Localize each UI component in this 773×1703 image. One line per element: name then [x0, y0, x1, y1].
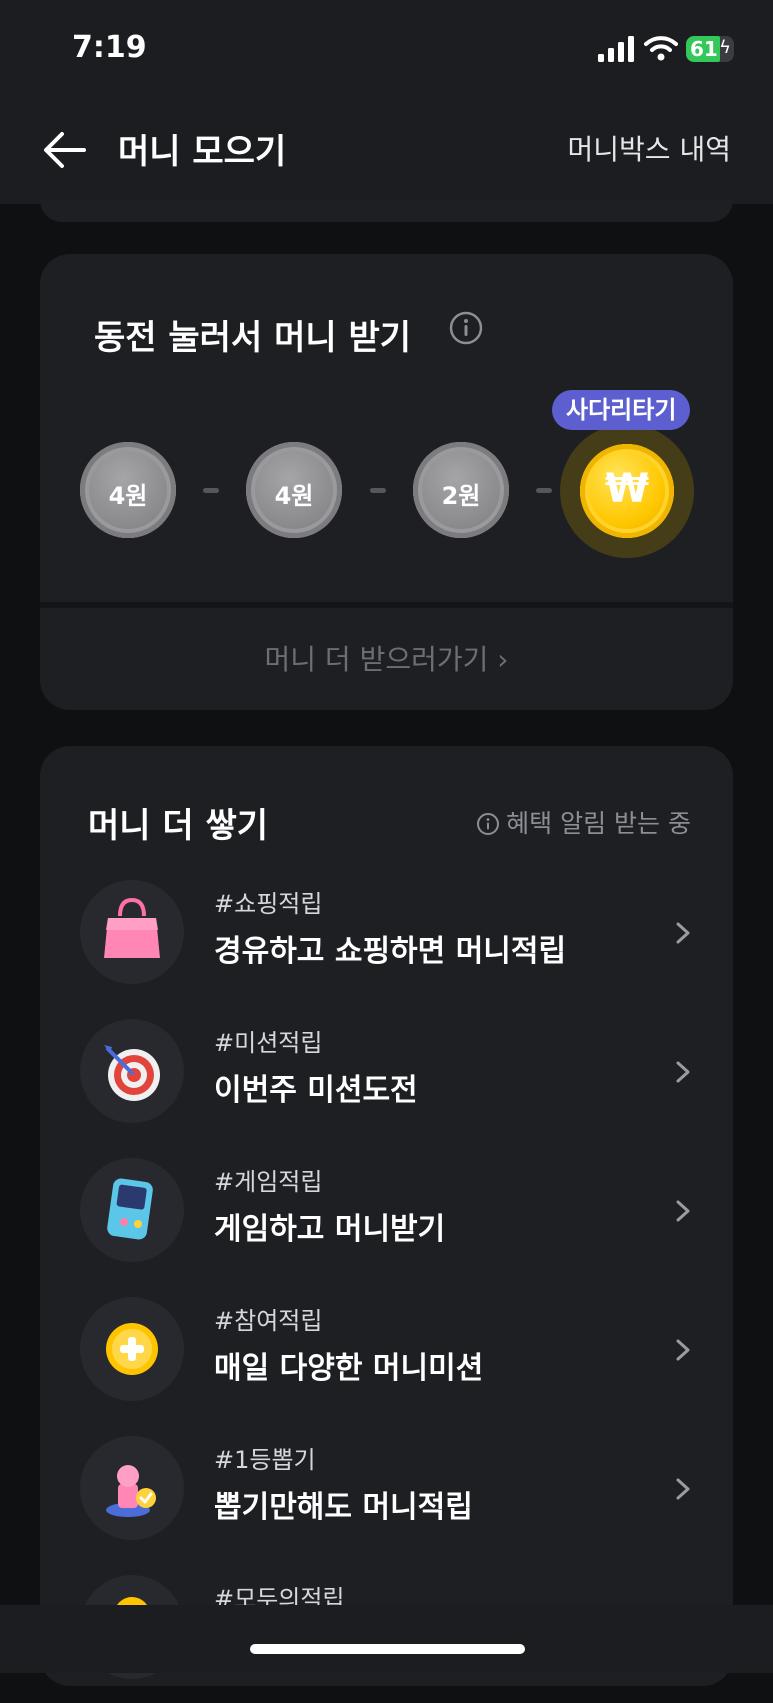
coin-separator: [536, 488, 552, 493]
navigation-bar: 머니 모으기 머니박스 내역: [0, 100, 773, 204]
gold-won-coin[interactable]: ₩: [580, 444, 674, 538]
status-bar: 7:19 61 ϟ: [0, 0, 773, 100]
item-tag: #1등뽑기: [214, 1446, 316, 1474]
silver-coin-1[interactable]: 4원: [80, 442, 176, 538]
coin-value: 4원: [108, 482, 148, 510]
divider: [40, 602, 733, 608]
silver-coin-2[interactable]: 4원: [246, 442, 342, 538]
previous-card-edge: [40, 200, 733, 222]
back-arrow-icon[interactable]: [40, 128, 88, 172]
item-label: 경유하고 쇼핑하면 머니적립: [214, 934, 567, 969]
list-item-draw[interactable]: #1등뽑기 뽑기만해도 머니적립: [40, 1436, 733, 1564]
game-console-icon: [107, 1178, 153, 1240]
earn-more-card: 머니 더 쌓기 혜택 알림 받는 중 #쇼핑적립 경유하고 쇼핑하면 머니적립: [40, 746, 733, 1686]
item-label: 매일 다양한 머니미션: [214, 1351, 484, 1386]
stamp-icon: [106, 1465, 156, 1517]
page-title: 머니 모으기: [118, 132, 287, 172]
get-more-money-link[interactable]: 머니 더 받으러가기 ›: [40, 638, 733, 678]
item-thumbnail: [80, 1158, 184, 1262]
silver-coin-3[interactable]: 2원: [413, 442, 509, 538]
coin-value: 4원: [274, 482, 314, 510]
home-indicator[interactable]: [250, 1644, 525, 1654]
info-icon[interactable]: [448, 310, 484, 346]
list-item-participation[interactable]: #참여적립 매일 다양한 머니미션: [40, 1297, 733, 1425]
item-tag: #게임적립: [214, 1168, 323, 1196]
won-symbol: ₩: [604, 466, 650, 512]
target-dart-icon: [104, 1045, 160, 1101]
item-tag: #참여적립: [214, 1307, 323, 1335]
item-tag: #미션적립: [214, 1029, 323, 1057]
moneybox-history-link[interactable]: 머니박스 내역: [568, 128, 731, 168]
status-time: 7:19: [72, 30, 147, 65]
battery-icon: 61 ϟ: [686, 36, 734, 62]
battery-level: 61: [690, 37, 718, 61]
list-item-shopping[interactable]: #쇼핑적립 경유하고 쇼핑하면 머니적립: [40, 880, 733, 1008]
list-item-game[interactable]: #게임적립 게임하고 머니받기: [40, 1158, 733, 1286]
item-label: 뽑기만해도 머니적립: [214, 1490, 473, 1525]
list-item-mission[interactable]: #미션적립 이번주 미션도전: [40, 1019, 733, 1147]
item-thumbnail: [80, 880, 184, 984]
plus-coin-icon: [106, 1323, 158, 1375]
item-thumbnail: [80, 1436, 184, 1540]
coin-tap-card: 동전 눌러서 머니 받기 4원 4원 2원 ₩ 사다리타기 머니 더 받으러가기…: [40, 254, 733, 710]
wifi-icon: [644, 36, 678, 61]
chevron-right-icon: [676, 922, 690, 944]
earn-more-title: 머니 더 쌓기: [88, 806, 269, 846]
chevron-right-icon: [676, 1478, 690, 1500]
coin-separator: [370, 488, 386, 493]
ladder-game-badge: 사다리타기: [552, 390, 691, 430]
item-tag: #쇼핑적립: [214, 890, 323, 918]
chevron-right-icon: [676, 1339, 690, 1361]
home-indicator-area: [0, 1605, 773, 1673]
item-label: 게임하고 머니받기: [214, 1212, 446, 1247]
info-icon: [477, 813, 500, 835]
chevron-right-icon: [676, 1200, 690, 1222]
cellular-signal-icon: [598, 36, 634, 62]
item-thumbnail: [80, 1019, 184, 1123]
coin-separator: [203, 488, 219, 493]
chevron-right-icon: [676, 1061, 690, 1083]
notification-status[interactable]: 혜택 알림 받는 중: [476, 804, 691, 840]
shopping-bag-icon: [104, 897, 160, 958]
notification-status-label: 혜택 알림 받는 중: [506, 809, 691, 838]
coin-card-title: 동전 눌러서 머니 받기: [94, 318, 412, 358]
item-thumbnail: [80, 1297, 184, 1401]
coin-value: 2원: [441, 482, 481, 510]
item-label: 이번주 미션도전: [214, 1073, 418, 1108]
